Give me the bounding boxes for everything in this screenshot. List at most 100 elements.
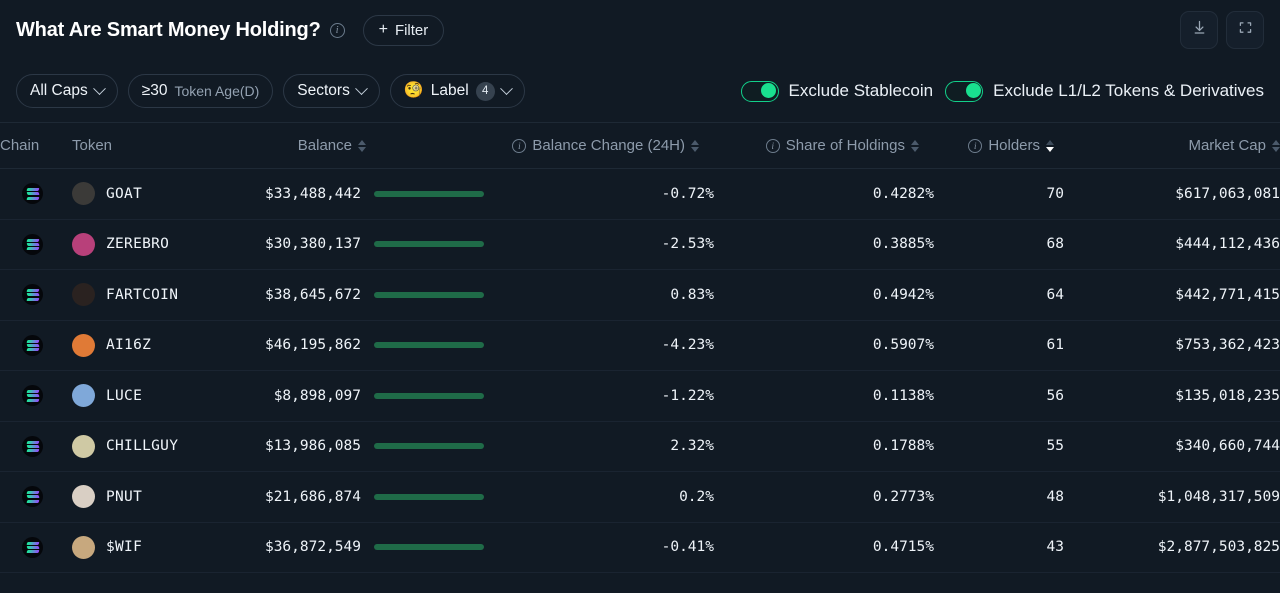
cell-balance: $46,195,862 <box>244 320 484 371</box>
info-icon[interactable]: i <box>512 138 527 153</box>
sort-toggle-balance-change[interactable] <box>691 139 699 152</box>
sort-toggle-balance[interactable] <box>358 139 366 152</box>
add-filter-button[interactable]: + Filter <box>362 14 445 46</box>
column-header-market-cap[interactable]: Market Cap <box>1064 122 1280 169</box>
download-button[interactable] <box>1180 11 1218 49</box>
cell-balance-change: -2.53% <box>484 219 714 270</box>
table-row[interactable]: AI16Z $46,195,862 -4.23% 0.5907% 61 $753,362,… <box>0 320 1280 371</box>
cell-chain <box>0 370 72 422</box>
cell-balance-change: -4.23% <box>484 320 714 371</box>
label-text: Label <box>430 82 469 99</box>
column-label-balance-change: Balance Change (24H) <box>532 137 685 154</box>
toggle-exclude-l1-l2[interactable]: Exclude L1/L2 Tokens & Derivatives <box>945 80 1264 102</box>
column-header-holders[interactable]: i Holders <box>934 122 1064 169</box>
table-row[interactable]: CHILLGUY $13,986,085 2.32% 0.1788% 55 $340,66… <box>0 421 1280 472</box>
cell-market-cap: $135,018,235 <box>1064 370 1280 422</box>
cell-balance: $33,488,442 <box>244 168 484 220</box>
balance-value: $30,380,137 <box>264 236 361 253</box>
cell-token: GOAT <box>72 168 244 220</box>
cell-token: AI16Z <box>72 320 244 371</box>
filter-all-caps[interactable]: All Caps <box>16 74 118 108</box>
table-row[interactable]: $WIF $36,872,549 -0.41% 0.4715% 43 $2,877,503… <box>0 522 1280 573</box>
token-symbol: AI16Z <box>106 337 152 354</box>
cell-share-of-holdings: 0.3885% <box>714 219 934 270</box>
cell-holders: 48 <box>934 471 1064 523</box>
cell-token: ZEREBRO <box>72 219 244 270</box>
info-icon[interactable]: i <box>968 138 983 153</box>
solana-chain-icon <box>22 183 43 205</box>
sort-toggle-market-cap[interactable] <box>1272 139 1280 152</box>
token-symbol: CHILLGUY <box>106 438 179 455</box>
balance-bar <box>374 392 484 399</box>
cell-chain <box>0 421 72 472</box>
plus-icon: + <box>378 21 388 38</box>
toggle-knob <box>965 82 981 98</box>
download-icon <box>1191 19 1208 41</box>
cell-chain <box>0 471 72 523</box>
filter-sectors[interactable]: Sectors <box>283 74 380 108</box>
cell-market-cap: $340,660,744 <box>1064 421 1280 472</box>
cell-balance: $13,986,085 <box>244 421 484 472</box>
cell-market-cap: $753,362,423 <box>1064 320 1280 371</box>
token-avatar <box>72 485 95 509</box>
solana-chain-icon <box>22 486 43 508</box>
cell-token: PNUT <box>72 471 244 523</box>
table-header: Chain Token Balance i Balance Change (24… <box>0 122 1280 169</box>
column-header-balance-change[interactable]: i Balance Change (24H) <box>484 122 714 169</box>
table-row[interactable]: GOAT $33,488,442 -0.72% 0.4282% 70 $617,063,0… <box>0 168 1280 220</box>
column-header-share[interactable]: i Share of Holdings <box>714 122 934 169</box>
cell-balance: $8,898,097 <box>244 370 484 422</box>
fullscreen-button[interactable] <box>1226 11 1264 49</box>
toggle-switch[interactable] <box>945 80 984 102</box>
solana-chain-icon <box>22 435 43 457</box>
token-age-value: ≥30 <box>141 82 168 99</box>
add-filter-label: Filter <box>394 21 429 39</box>
balance-bar <box>374 544 484 551</box>
toggle-knob <box>761 82 777 98</box>
cell-holders: 70 <box>934 168 1064 220</box>
solana-chain-icon <box>22 334 43 356</box>
cell-token: $WIF <box>72 522 244 573</box>
filter-label[interactable]: 🧐 Label 4 <box>389 74 525 108</box>
sectors-label: Sectors <box>297 82 350 99</box>
cell-balance: $21,686,874 <box>244 471 484 523</box>
column-label-share: Share of Holdings <box>785 137 905 154</box>
balance-bar <box>374 443 484 450</box>
cell-chain <box>0 219 72 270</box>
info-icon[interactable]: i <box>765 138 780 153</box>
sort-toggle-holders[interactable] <box>1046 139 1054 152</box>
table-row[interactable]: ZEREBRO $30,380,137 -2.53% 0.3885% 68 $444,11… <box>0 219 1280 270</box>
balance-value: $36,872,549 <box>264 539 361 556</box>
toggle-switch[interactable] <box>740 80 779 102</box>
cell-share-of-holdings: 0.4942% <box>714 269 934 321</box>
cell-holders: 56 <box>934 370 1064 422</box>
table-row[interactable]: FARTCOIN $38,645,672 0.83% 0.4942% 64 $442,77… <box>0 269 1280 321</box>
cell-balance-change: 0.2% <box>484 471 714 523</box>
chevron-down-icon <box>499 81 513 95</box>
table-row[interactable]: PNUT $21,686,874 0.2% 0.2773% 48 $1,048,317,5… <box>0 471 1280 523</box>
column-header-balance[interactable]: Balance <box>244 122 484 169</box>
cell-balance-change: -0.41% <box>484 522 714 573</box>
sort-toggle-share[interactable] <box>911 139 919 152</box>
holdings-table: Chain Token Balance i Balance Change (24… <box>0 122 1280 573</box>
cell-share-of-holdings: 0.5907% <box>714 320 934 371</box>
column-header-chain: Chain <box>0 122 72 169</box>
solana-chain-icon <box>22 536 43 558</box>
filter-token-age[interactable]: ≥30 Token Age(D) <box>127 74 274 108</box>
cell-holders: 55 <box>934 421 1064 472</box>
cell-share-of-holdings: 0.4282% <box>714 168 934 220</box>
balance-bar <box>374 342 484 349</box>
page-title: What Are Smart Money Holding? <box>16 18 321 41</box>
cell-token: LUCE <box>72 370 244 422</box>
cell-balance-change: 2.32% <box>484 421 714 472</box>
balance-value: $38,645,672 <box>264 286 361 303</box>
info-icon[interactable]: i <box>329 22 345 38</box>
fullscreen-icon <box>1237 19 1254 41</box>
table-row[interactable]: LUCE $8,898,097 -1.22% 0.1138% 56 $135,018,23… <box>0 370 1280 422</box>
table-body: GOAT $33,488,442 -0.72% 0.4282% 70 $617,063,0… <box>0 168 1280 573</box>
cell-share-of-holdings: 0.1138% <box>714 370 934 422</box>
token-symbol: ZEREBRO <box>106 236 170 253</box>
balance-value: $21,686,874 <box>264 488 361 505</box>
toggle-exclude-stablecoin[interactable]: Exclude Stablecoin <box>740 80 933 102</box>
chevron-down-icon <box>92 81 106 95</box>
